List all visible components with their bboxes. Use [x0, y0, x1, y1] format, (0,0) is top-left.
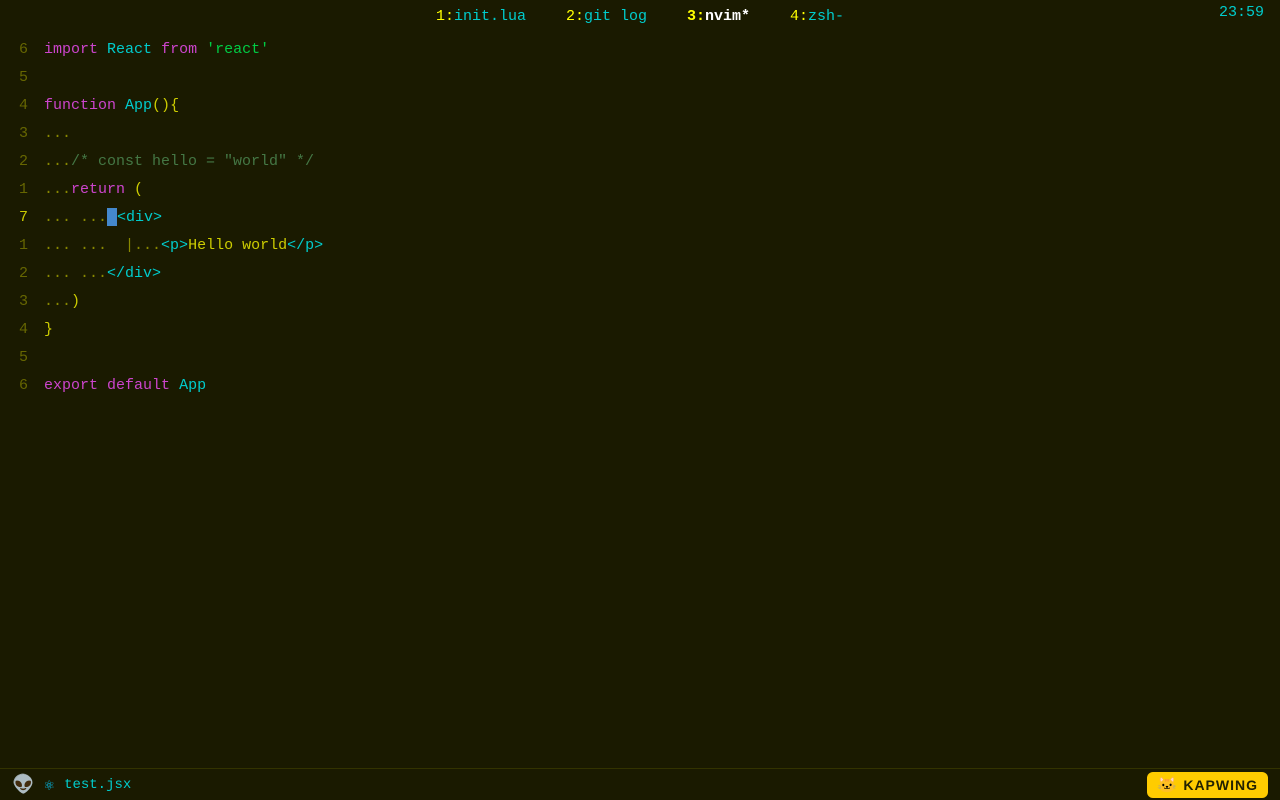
line-num-11: 4	[8, 316, 28, 344]
code-line-6: 1 ...return (	[0, 176, 1280, 204]
line-num-3: 4	[8, 92, 28, 120]
tab-4-name: zsh-	[808, 8, 844, 25]
tab-1-number: 1:	[436, 8, 454, 25]
line-content-11: }	[44, 316, 53, 344]
line-content-3: function App(){	[44, 92, 179, 120]
code-line-10: 3 ...)	[0, 288, 1280, 316]
code-line-1: 6 import React from 'react'	[0, 36, 1280, 64]
line-num-13: 6	[8, 372, 28, 400]
tab-4-number: 4:	[790, 8, 808, 25]
code-line-9: 2 ... ...</div>	[0, 260, 1280, 288]
tab-3-name: nvim*	[705, 8, 750, 25]
code-line-3: 4 function App(){	[0, 92, 1280, 120]
code-line-4: 3 ...	[0, 120, 1280, 148]
line-num-4: 3	[8, 120, 28, 148]
tab-bar: 1:init.lua 2:git log 3:nvim* 4:zsh-	[0, 0, 1280, 32]
tab-3-number: 3:	[687, 8, 705, 25]
tab-3[interactable]: 3:nvim*	[687, 8, 750, 25]
line-content-8: ... ... |...<p>Hello world</p>	[44, 232, 323, 260]
line-num-6: 1	[8, 176, 28, 204]
line-num-12: 5	[8, 344, 28, 372]
alien-icon: 👽	[12, 774, 34, 796]
code-line-8: 1 ... ... |...<p>Hello world</p>	[0, 232, 1280, 260]
line-content-6: ...return (	[44, 176, 143, 204]
line-num-10: 3	[8, 288, 28, 316]
kapwing-icon: 🐱	[1157, 775, 1177, 795]
kapwing-logo: 🐱 KAPWING	[1147, 772, 1268, 798]
code-line-2: 5	[0, 64, 1280, 92]
file-name: test.jsx	[64, 777, 131, 793]
code-line-11: 4 }	[0, 316, 1280, 344]
tab-2-number: 2:	[566, 8, 584, 25]
code-line-12: 5	[0, 344, 1280, 372]
line-content-7: ... ...<div>	[44, 204, 162, 232]
line-content-4: ...	[44, 120, 71, 148]
kapwing-text: KAPWING	[1183, 777, 1258, 793]
cursor	[107, 208, 117, 226]
status-left: 👽 ⚛ test.jsx	[12, 774, 131, 796]
line-content-9: ... ...</div>	[44, 260, 161, 288]
line-num-7: 7	[8, 204, 28, 232]
line-content-10: ...)	[44, 288, 80, 316]
line-content-5: .../* const hello = "world" */	[44, 148, 314, 176]
code-line-5: 2 .../* const hello = "world" */	[0, 148, 1280, 176]
line-num-9: 2	[8, 260, 28, 288]
code-line-7: 7 ... ...<div>	[0, 204, 1280, 232]
tab-1-name: init.lua	[454, 8, 526, 25]
tab-2-name: git log	[584, 8, 647, 25]
react-icon: ⚛	[44, 775, 54, 795]
tab-2[interactable]: 2:git log	[566, 8, 647, 25]
clock: 23:59	[1219, 4, 1264, 21]
line-content-1: import React from 'react'	[44, 36, 269, 64]
tab-4[interactable]: 4:zsh-	[790, 8, 844, 25]
line-num-8: 1	[8, 232, 28, 260]
code-line-13: 6 export default App	[0, 372, 1280, 400]
line-num-1: 6	[8, 36, 28, 64]
code-area: 6 import React from 'react' 5 4 function…	[0, 32, 1280, 740]
status-bar: 👽 ⚛ test.jsx 🐱 KAPWING	[0, 768, 1280, 800]
tab-1[interactable]: 1:init.lua	[436, 8, 526, 25]
line-num-5: 2	[8, 148, 28, 176]
line-num-2: 5	[8, 64, 28, 92]
line-content-13: export default App	[44, 372, 206, 400]
